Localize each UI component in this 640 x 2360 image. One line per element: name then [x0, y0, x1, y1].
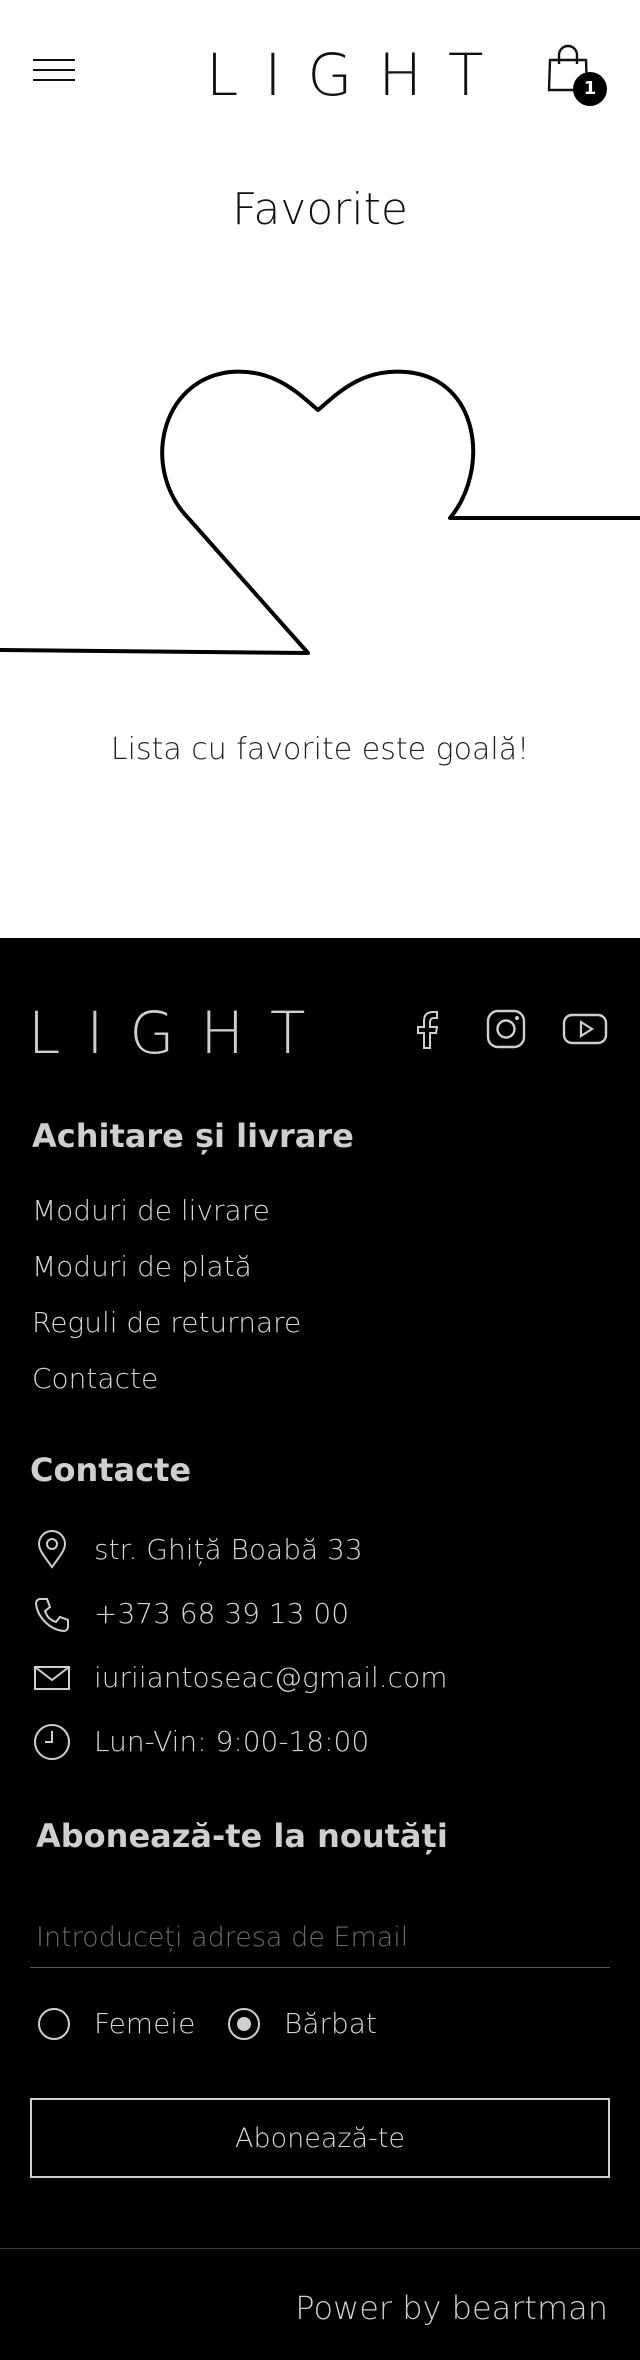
contact-hours: Lun-Vin: 9:00-18:00 [32, 1720, 612, 1764]
delivery-heading: Achitare și livrare [32, 1117, 354, 1155]
hours-text: Lun-Vin: 9:00-18:00 [94, 1725, 370, 1758]
page-title: Favorite [232, 184, 408, 235]
newsletter-email-input[interactable] [30, 1908, 610, 1968]
clock-icon [34, 1724, 70, 1760]
address-text: str. Ghiță Boabă 33 [94, 1533, 363, 1566]
subscribe-button[interactable]: Abonează-te [30, 2098, 610, 2178]
radio-circle-female[interactable] [38, 2008, 70, 2040]
radio-label-male: Bărbat [284, 2007, 377, 2040]
envelope-icon [34, 1666, 70, 1690]
contact-phone[interactable]: +373 68 39 13 00 [32, 1592, 612, 1636]
youtube-icon[interactable] [560, 1004, 610, 1054]
empty-favorites-message: Lista cu favorite este goală! [110, 732, 530, 767]
contact-address: str. Ghiță Boabă 33 [32, 1528, 612, 1572]
radio-label-female: Femeie [94, 2007, 196, 2040]
contact-email[interactable]: iuriiantoseac@gmail.com [32, 1656, 612, 1700]
powered-by-text[interactable]: Power by beartman [295, 2288, 608, 2328]
footer-logo[interactable]: LIGHT [28, 998, 308, 1068]
phone-icon [34, 1598, 69, 1633]
contacts-heading: Contacte [30, 1451, 192, 1489]
email-text[interactable]: iuriiantoseac@gmail.com [94, 1656, 447, 1700]
facebook-icon[interactable] [403, 1004, 453, 1054]
hamburger-menu-icon[interactable] [33, 57, 75, 85]
radio-selected-dot [237, 2017, 251, 2031]
footer-link-payment-methods[interactable]: Moduri de plată [32, 1248, 252, 1286]
cart-count-badge: 1 [573, 72, 607, 106]
cart-button[interactable]: 1 [546, 44, 607, 106]
footer-link-return-policy[interactable]: Reguli de returnare [32, 1304, 301, 1342]
footer: LIGHT Achitare și livrare Moduri de livr… [0, 938, 640, 2360]
heart-illustration [0, 369, 640, 655]
location-pin-icon [37, 1530, 67, 1569]
instagram-icon[interactable] [481, 1004, 531, 1054]
phone-text[interactable]: +373 68 39 13 00 [94, 1592, 349, 1636]
logo[interactable]: LIGHT [180, 40, 483, 110]
footer-divider [0, 2248, 640, 2249]
header: LIGHT 1 [0, 0, 640, 150]
newsletter-heading: Abonează-te la noutăți [36, 1817, 448, 1855]
footer-link-contacts[interactable]: Contacte [32, 1360, 158, 1398]
radio-circle-male[interactable] [228, 2008, 260, 2040]
footer-link-delivery-methods[interactable]: Moduri de livrare [32, 1192, 270, 1230]
